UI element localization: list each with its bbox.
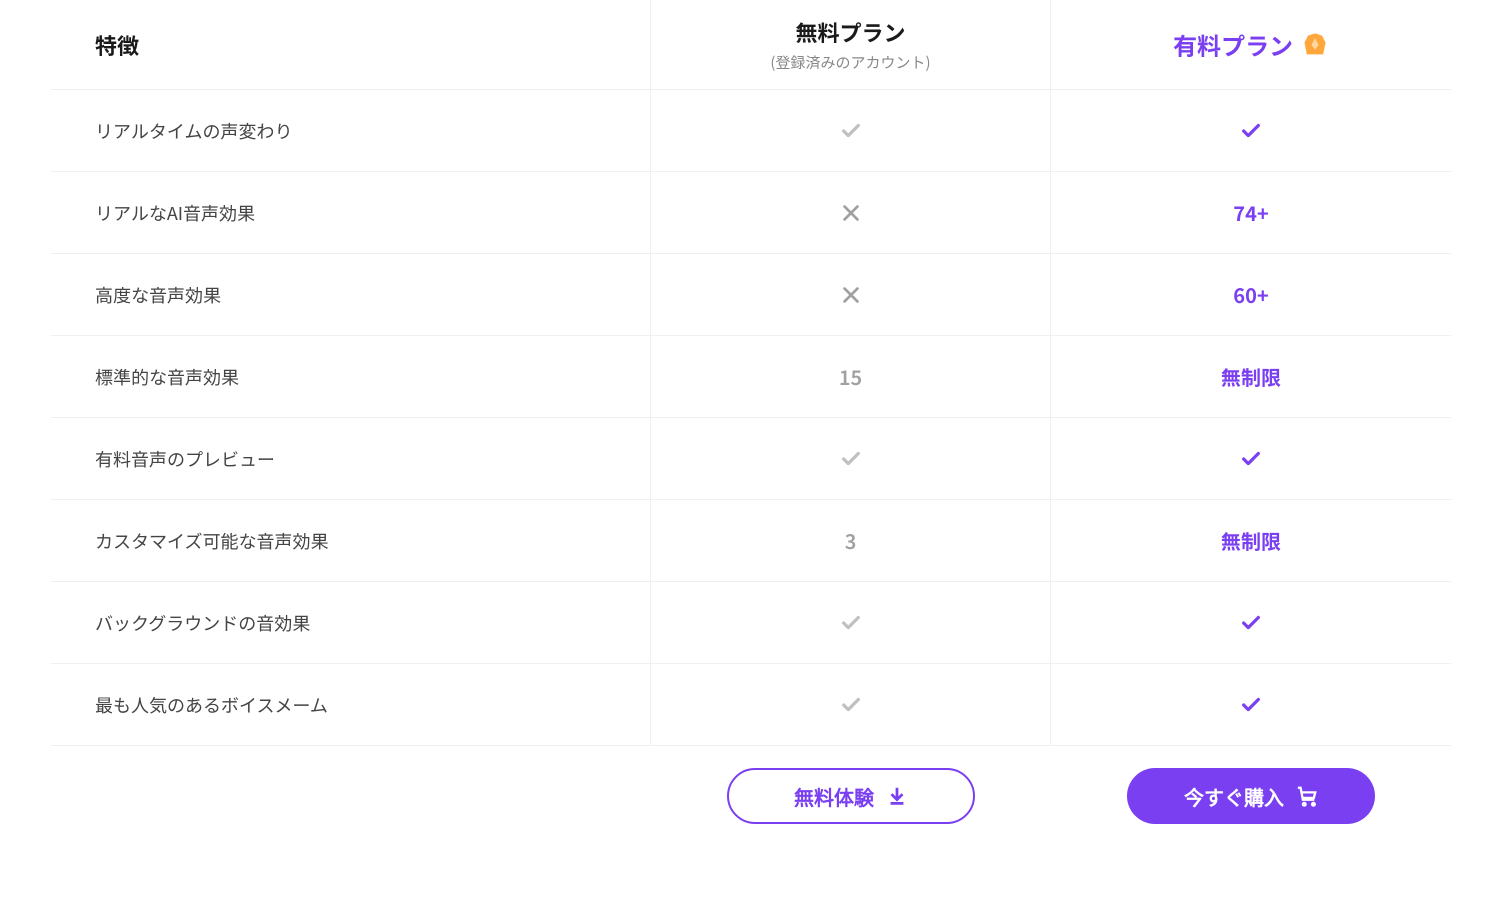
cell-value: 無制限 — [1221, 526, 1281, 555]
cta-row: 無料体験 今すぐ購入 — [51, 746, 1451, 846]
free-plan-subtitle: (登録済みのアカウント) — [770, 52, 930, 73]
feature-name-cell: カスタマイズ可能な音声効果 — [51, 500, 651, 581]
feature-name: 有料音声のプレビュー — [95, 446, 275, 472]
paid-value-cell: 無制限 — [1051, 500, 1451, 581]
buy-now-button-label: 今すぐ購入 — [1184, 782, 1284, 811]
free-trial-button[interactable]: 無料体験 — [727, 768, 975, 824]
paid-value-cell — [1051, 664, 1451, 745]
feature-name-cell: 高度な音声効果 — [51, 254, 651, 335]
feature-name: 標準的な音声効果 — [95, 364, 239, 390]
check-icon — [1240, 694, 1262, 716]
cart-icon — [1296, 785, 1318, 807]
cell-value: 15 — [839, 362, 862, 391]
paid-value-cell: 74+ — [1051, 172, 1451, 253]
download-icon — [886, 785, 908, 807]
free-value-cell — [651, 172, 1051, 253]
cell-value: 74+ — [1233, 198, 1268, 227]
feature-row: 高度な音声効果 60+ — [51, 254, 1451, 336]
cross-icon — [840, 284, 862, 306]
feature-name: 高度な音声効果 — [95, 282, 221, 308]
cell-value: 60+ — [1233, 280, 1268, 309]
cell-value: 3 — [845, 526, 857, 555]
check-icon — [840, 448, 862, 470]
paid-value-cell — [1051, 90, 1451, 171]
free-value-cell — [651, 664, 1051, 745]
feature-name-cell: バックグラウンドの音効果 — [51, 582, 651, 663]
free-plan-title: 無料プラン — [795, 16, 905, 48]
paid-value-cell: 無制限 — [1051, 336, 1451, 417]
cell-value: 無制限 — [1221, 362, 1281, 391]
free-value-cell — [651, 582, 1051, 663]
check-icon — [1240, 120, 1262, 142]
feature-row: リアルタイムの声変わり — [51, 90, 1451, 172]
feature-row: 有料音声のプレビュー — [51, 418, 1451, 500]
paid-plan-wrapper: 有料プラン — [1173, 27, 1329, 62]
cta-empty-cell — [51, 746, 651, 846]
check-icon — [1240, 448, 1262, 470]
feature-name-cell: 有料音声のプレビュー — [51, 418, 651, 499]
free-value-cell — [651, 418, 1051, 499]
cross-icon — [840, 202, 862, 224]
header-feature-cell: 特徴 — [51, 0, 651, 89]
header-free-plan-cell: 無料プラン (登録済みのアカウント) — [651, 0, 1051, 89]
feature-name: 最も人気のあるボイスメーム — [95, 692, 328, 718]
table-header-row: 特徴 無料プラン (登録済みのアカウント) 有料プラン — [51, 0, 1451, 90]
paid-value-cell — [1051, 418, 1451, 499]
paid-value-cell: 60+ — [1051, 254, 1451, 335]
free-trial-button-label: 無料体験 — [794, 782, 874, 811]
feature-header-label: 特徴 — [95, 29, 139, 61]
cta-paid-cell: 今すぐ購入 — [1051, 746, 1451, 846]
check-icon — [840, 612, 862, 634]
buy-now-button[interactable]: 今すぐ購入 — [1127, 768, 1375, 824]
free-value-cell — [651, 90, 1051, 171]
paid-value-cell — [1051, 582, 1451, 663]
crown-icon — [1301, 31, 1329, 59]
free-value-cell: 15 — [651, 336, 1051, 417]
plan-comparison-table: 特徴 無料プラン (登録済みのアカウント) 有料プラン リアルタイムの声変わりリ… — [51, 0, 1451, 846]
check-icon — [1240, 612, 1262, 634]
feature-name-cell: リアルタイムの声変わり — [51, 90, 651, 171]
feature-name-cell: リアルなAI音声効果 — [51, 172, 651, 253]
feature-row: 最も人気のあるボイスメーム — [51, 664, 1451, 746]
cta-free-cell: 無料体験 — [651, 746, 1051, 846]
feature-row: リアルなAI音声効果 74+ — [51, 172, 1451, 254]
check-icon — [840, 120, 862, 142]
feature-name-cell: 最も人気のあるボイスメーム — [51, 664, 651, 745]
feature-row: カスタマイズ可能な音声効果 3 無制限 — [51, 500, 1451, 582]
feature-row: バックグラウンドの音効果 — [51, 582, 1451, 664]
feature-name: カスタマイズ可能な音声効果 — [95, 528, 328, 554]
free-value-cell — [651, 254, 1051, 335]
feature-row: 標準的な音声効果 15 無制限 — [51, 336, 1451, 418]
check-icon — [840, 694, 862, 716]
feature-name: リアルなAI音声効果 — [95, 200, 255, 226]
feature-name: バックグラウンドの音効果 — [95, 610, 310, 636]
header-paid-plan-cell: 有料プラン — [1051, 0, 1451, 89]
free-value-cell: 3 — [651, 500, 1051, 581]
table-body: リアルタイムの声変わりリアルなAI音声効果 74+ 高度な音声効果 60+ 標準的な音声… — [51, 90, 1451, 746]
feature-name-cell: 標準的な音声効果 — [51, 336, 651, 417]
feature-name: リアルタイムの声変わり — [95, 118, 292, 144]
paid-plan-title: 有料プラン — [1173, 27, 1293, 62]
